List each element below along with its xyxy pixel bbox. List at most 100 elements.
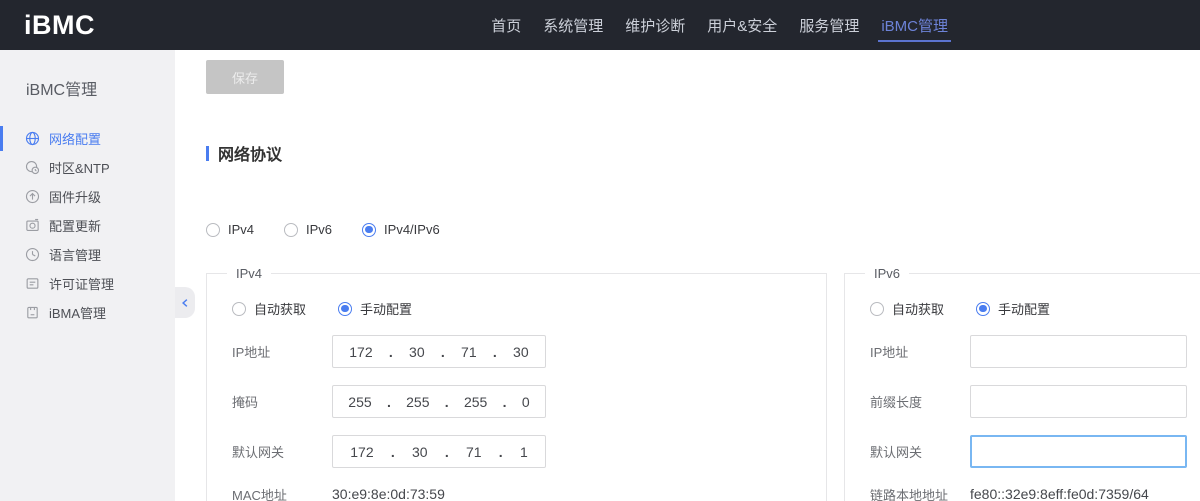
- ip-octet[interactable]: 71: [466, 444, 482, 460]
- gateway-input[interactable]: 172 . 30 . 71 . 1: [332, 435, 546, 468]
- section-header: 网络协议: [206, 141, 1200, 165]
- upgrade-arrow-icon: [25, 189, 40, 204]
- ip-octet[interactable]: 172: [349, 344, 372, 360]
- sidebar-title: iBMC管理: [26, 76, 175, 100]
- ipv6-gateway-row: 默认网关: [870, 435, 1200, 468]
- radio-icon: [232, 302, 246, 316]
- sidebar: iBMC管理 网络配置 时区&NTP: [0, 50, 175, 501]
- nav-item-maintenance[interactable]: 维护诊断: [625, 0, 685, 50]
- sidebar-item-label: 网络配置: [49, 129, 101, 148]
- main-content: 保存 网络协议 IPv4 IPv6 IPv4/IPv6 IPv4: [175, 50, 1200, 501]
- mode-option-label: 自动获取: [892, 299, 944, 318]
- ipv6-panel-legend: IPv6: [865, 266, 909, 281]
- sidebar-item-config-update[interactable]: 配置更新: [0, 211, 175, 240]
- field-label: 默认网关: [870, 442, 970, 461]
- save-button[interactable]: 保存: [206, 60, 284, 94]
- sidebar-collapse-button[interactable]: [175, 287, 195, 318]
- ip-separator: .: [391, 444, 395, 460]
- ipv6-ip-address-row: IP地址: [870, 335, 1200, 368]
- field-label: MAC地址: [232, 485, 332, 501]
- protocol-option-label: IPv4: [228, 222, 254, 237]
- sidebar-item-firmware-upgrade[interactable]: 固件升级: [0, 182, 175, 211]
- ip-octet[interactable]: 0: [522, 394, 530, 410]
- mode-option-label: 手动配置: [360, 299, 412, 318]
- protocol-radio-group: IPv4 IPv6 IPv4/IPv6: [206, 222, 1200, 237]
- mode-option-label: 自动获取: [254, 299, 306, 318]
- mode-option-label: 手动配置: [998, 299, 1050, 318]
- ip-octet[interactable]: 30: [513, 344, 529, 360]
- link-local-address-value: fe80::32e9:8eff:fe0d:7359/64: [970, 486, 1149, 501]
- nav-item-services[interactable]: 服务管理: [799, 0, 859, 50]
- app-logo: iBMC: [24, 10, 95, 41]
- radio-icon: [870, 302, 884, 316]
- page-title: 网络协议: [218, 141, 282, 165]
- protocol-option-ipv4-ipv6[interactable]: IPv4/IPv6: [362, 222, 440, 237]
- sidebar-item-timezone-ntp[interactable]: 时区&NTP: [0, 153, 175, 182]
- field-label: IP地址: [870, 342, 970, 361]
- ipv4-mode-manual[interactable]: 手动配置: [338, 299, 412, 318]
- protocol-option-label: IPv4/IPv6: [384, 222, 440, 237]
- ip-octet[interactable]: 255: [406, 394, 429, 410]
- ip-octet[interactable]: 1: [520, 444, 528, 460]
- ipv6-address-input[interactable]: [970, 335, 1187, 368]
- netmask-input[interactable]: 255 . 255 . 255 . 0: [332, 385, 546, 418]
- nav-item-home[interactable]: 首页: [491, 0, 521, 50]
- ipv4-mac-row: MAC地址 30:e9:8e:0d:73:59: [232, 483, 826, 501]
- protocol-option-ipv6[interactable]: IPv6: [284, 222, 332, 237]
- ip-separator: .: [445, 394, 449, 410]
- ipv6-prefix-row: 前缀长度: [870, 385, 1200, 418]
- field-label: 前缀长度: [870, 392, 970, 411]
- sidebar-item-language-management[interactable]: 语言管理: [0, 240, 175, 269]
- protocol-option-ipv4[interactable]: IPv4: [206, 222, 254, 237]
- ip-octet[interactable]: 255: [464, 394, 487, 410]
- radio-icon: [976, 302, 990, 316]
- prefix-length-input[interactable]: [970, 385, 1187, 418]
- clock-globe-icon: [25, 160, 40, 175]
- license-doc-icon: [25, 276, 40, 291]
- ipv6-mode-auto[interactable]: 自动获取: [870, 299, 944, 318]
- ibma-box-icon: [25, 305, 40, 320]
- chevron-left-icon: [179, 297, 191, 309]
- ip-separator: .: [499, 444, 503, 460]
- top-header: iBMC 首页 系统管理 维护诊断 用户&安全 服务管理 iBMC管理: [0, 0, 1200, 50]
- sidebar-item-network-config[interactable]: 网络配置: [0, 124, 175, 153]
- ip-octet[interactable]: 71: [461, 344, 477, 360]
- ipv4-mode-radio-group: 自动获取 手动配置: [232, 299, 826, 318]
- sidebar-item-label: 固件升级: [49, 187, 101, 206]
- top-nav: 首页 系统管理 维护诊断 用户&安全 服务管理 iBMC管理: [491, 0, 948, 50]
- sidebar-menu: 网络配置 时区&NTP 固件升级: [0, 124, 175, 327]
- ipv6-gateway-input[interactable]: [970, 435, 1187, 468]
- ip-separator: .: [441, 344, 445, 360]
- protocol-option-label: IPv6: [306, 222, 332, 237]
- field-label: 掩码: [232, 392, 332, 411]
- field-label: IP地址: [232, 342, 332, 361]
- ip-address-input[interactable]: 172 . 30 . 71 . 30: [332, 335, 546, 368]
- sidebar-item-label: 许可证管理: [49, 274, 114, 293]
- globe-icon: [25, 131, 40, 146]
- field-label: 默认网关: [232, 442, 332, 461]
- radio-icon: [338, 302, 352, 316]
- active-indicator: [0, 126, 3, 151]
- ipv6-mode-radio-group: 自动获取 手动配置: [870, 299, 1200, 318]
- radio-icon: [206, 223, 220, 237]
- ip-separator: .: [493, 344, 497, 360]
- sidebar-item-ibma-management[interactable]: iBMA管理: [0, 298, 175, 327]
- ipv4-netmask-row: 掩码 255 . 255 . 255 . 0: [232, 385, 826, 418]
- nav-item-user-security[interactable]: 用户&安全: [707, 0, 777, 50]
- sidebar-item-label: 语言管理: [49, 245, 101, 264]
- ipv4-mode-auto[interactable]: 自动获取: [232, 299, 306, 318]
- sidebar-item-license-management[interactable]: 许可证管理: [0, 269, 175, 298]
- ip-octet[interactable]: 255: [348, 394, 371, 410]
- ip-separator: .: [387, 394, 391, 410]
- radio-icon: [284, 223, 298, 237]
- ip-octet[interactable]: 30: [412, 444, 428, 460]
- field-label: 链路本地地址: [870, 485, 970, 501]
- ipv4-ip-address-row: IP地址 172 . 30 . 71 . 30: [232, 335, 826, 368]
- ip-octet[interactable]: 30: [409, 344, 425, 360]
- nav-item-ibmc-management[interactable]: iBMC管理: [881, 0, 948, 50]
- ipv6-mode-manual[interactable]: 手动配置: [976, 299, 1050, 318]
- ipv4-gateway-row: 默认网关 172 . 30 . 71 . 1: [232, 435, 826, 468]
- language-clock-icon: [25, 247, 40, 262]
- nav-item-system[interactable]: 系统管理: [543, 0, 603, 50]
- ip-octet[interactable]: 172: [350, 444, 373, 460]
